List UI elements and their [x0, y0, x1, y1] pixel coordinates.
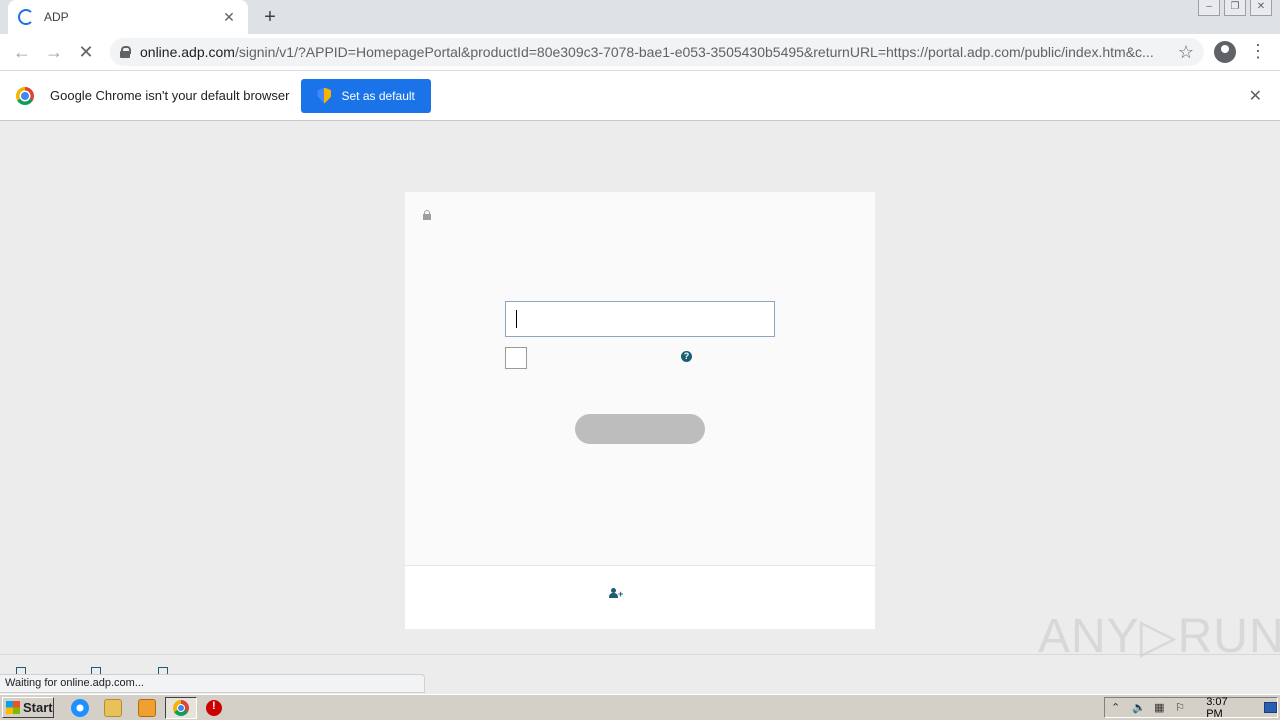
anyrun-watermark: ANY▷RUN [1038, 610, 1280, 663]
action-center-flag-icon[interactable]: ⚐ [1175, 702, 1186, 714]
remember-user-checkbox[interactable] [505, 347, 527, 369]
window-controls: – ❐ ✕ [1198, 0, 1272, 16]
network-icon[interactable]: ▦ [1154, 702, 1165, 714]
bookmark-star-icon[interactable]: ☆ [1178, 42, 1194, 63]
profile-avatar-icon[interactable] [1214, 41, 1236, 63]
url-text[interactable]: online.adp.com/signin/v1/?APPID=Homepage… [140, 44, 1170, 60]
restore-button[interactable]: ❐ [1224, 0, 1246, 16]
lock-icon[interactable] [120, 46, 131, 58]
set-as-default-button[interactable]: Set as default [301, 78, 431, 113]
url-host: online.adp.com [140, 44, 235, 60]
tab-strip: ADP ✕ + – ❐ ✕ [0, 0, 1280, 34]
back-button[interactable]: ← [6, 36, 38, 68]
internet-explorer-icon[interactable] [71, 699, 89, 717]
windows-logo-icon [6, 701, 20, 714]
create-account-icon[interactable]: + [609, 588, 623, 600]
minimize-button[interactable]: – [1198, 0, 1220, 16]
volume-icon[interactable]: 🔈 [1132, 702, 1146, 714]
address-bar[interactable]: online.adp.com/signin/v1/?APPID=Homepage… [110, 38, 1204, 66]
browser-toolbar: ← → ✕ online.adp.com/signin/v1/?APPID=Ho… [0, 34, 1280, 70]
card-footer: + [405, 566, 875, 629]
new-tab-button[interactable]: + [259, 6, 281, 28]
show-hidden-icons-icon[interactable]: ⌃ [1111, 702, 1122, 714]
status-bubble: Waiting for online.adp.com... [0, 674, 425, 693]
help-icon[interactable]: ? [681, 351, 692, 362]
clock[interactable]: 3:07 PM [1206, 696, 1244, 720]
tab-adp[interactable]: ADP ✕ [8, 0, 248, 34]
chrome-logo-icon [16, 86, 34, 105]
signin-card: ? + [405, 192, 875, 629]
file-explorer-icon[interactable] [104, 699, 122, 717]
alert-app-icon[interactable] [206, 700, 222, 716]
chrome-menu-icon[interactable]: ⋮ [1248, 42, 1268, 62]
user-id-input[interactable] [505, 301, 775, 337]
infobar-close-icon[interactable]: ✕ [1249, 86, 1262, 106]
loading-spinner-icon [18, 9, 34, 25]
chrome-taskbar-icon [173, 700, 189, 716]
secure-lock-icon [423, 210, 431, 220]
taskbar-chrome-button[interactable] [165, 697, 197, 719]
next-button[interactable] [575, 414, 705, 444]
system-tray: ⌃ 🔈 ▦ ⚐ 3:07 PM [1104, 696, 1278, 720]
text-caret [516, 310, 517, 328]
start-button[interactable]: Start [2, 697, 54, 718]
tab-close-icon[interactable]: ✕ [220, 9, 238, 26]
start-label: Start [23, 700, 53, 715]
uac-shield-icon [317, 87, 332, 104]
tab-title: ADP [44, 10, 69, 24]
infobar-message: Google Chrome isn't your default browser [50, 88, 290, 103]
forward-button[interactable]: → [38, 36, 70, 68]
media-player-icon[interactable] [138, 699, 156, 717]
show-desktop-icon[interactable] [1263, 702, 1278, 713]
stop-loading-button[interactable]: ✕ [70, 36, 102, 68]
default-browser-infobar: Google Chrome isn't your default browser… [0, 70, 1280, 121]
close-window-button[interactable]: ✕ [1250, 0, 1272, 16]
set-as-default-label: Set as default [341, 88, 415, 103]
taskbar: Start ⌃ 🔈 ▦ ⚐ 3:07 PM [0, 694, 1280, 720]
url-path: /signin/v1/?APPID=HomepagePortal&product… [234, 44, 1154, 60]
